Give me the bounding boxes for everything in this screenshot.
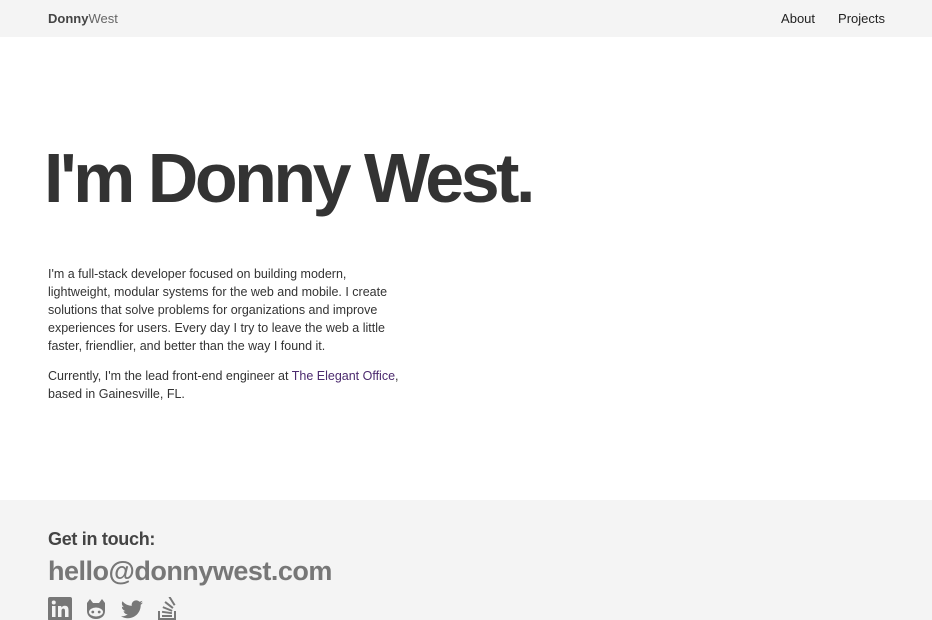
contact-heading: Get in touch: xyxy=(48,529,156,549)
github-icon[interactable] xyxy=(84,597,108,620)
intro-paragraph: I'm a full-stack developer focused on bu… xyxy=(48,267,388,353)
brand-logo-link[interactable]: DonnyWest xyxy=(48,11,118,27)
current-role-text: Currently, I'm the lead front-end engine… xyxy=(48,369,292,383)
email-link[interactable]: hello@donnywest.com xyxy=(48,556,332,587)
contact-footer: Get in touch: hello@donnywest.com xyxy=(0,500,932,620)
employer-link[interactable]: The Elegant Office xyxy=(292,369,395,383)
main-nav: About Projects xyxy=(781,10,885,27)
nav-projects-link[interactable]: Projects xyxy=(838,10,885,27)
intro-section: I'm a full-stack developer focused on bu… xyxy=(48,265,408,403)
hero-title: I'm Donny West. xyxy=(44,139,535,217)
brand-last-name: West xyxy=(88,11,118,26)
brand-first-name: Donny xyxy=(48,11,89,26)
nav-about-link[interactable]: About xyxy=(781,10,815,27)
linkedin-icon[interactable] xyxy=(48,597,72,620)
stackoverflow-icon[interactable] xyxy=(156,597,180,620)
twitter-icon[interactable] xyxy=(120,597,144,620)
social-links xyxy=(48,597,180,620)
current-role-paragraph: Currently, I'm the lead front-end engine… xyxy=(48,367,408,403)
top-navigation-bar: DonnyWest About Projects xyxy=(0,0,932,37)
